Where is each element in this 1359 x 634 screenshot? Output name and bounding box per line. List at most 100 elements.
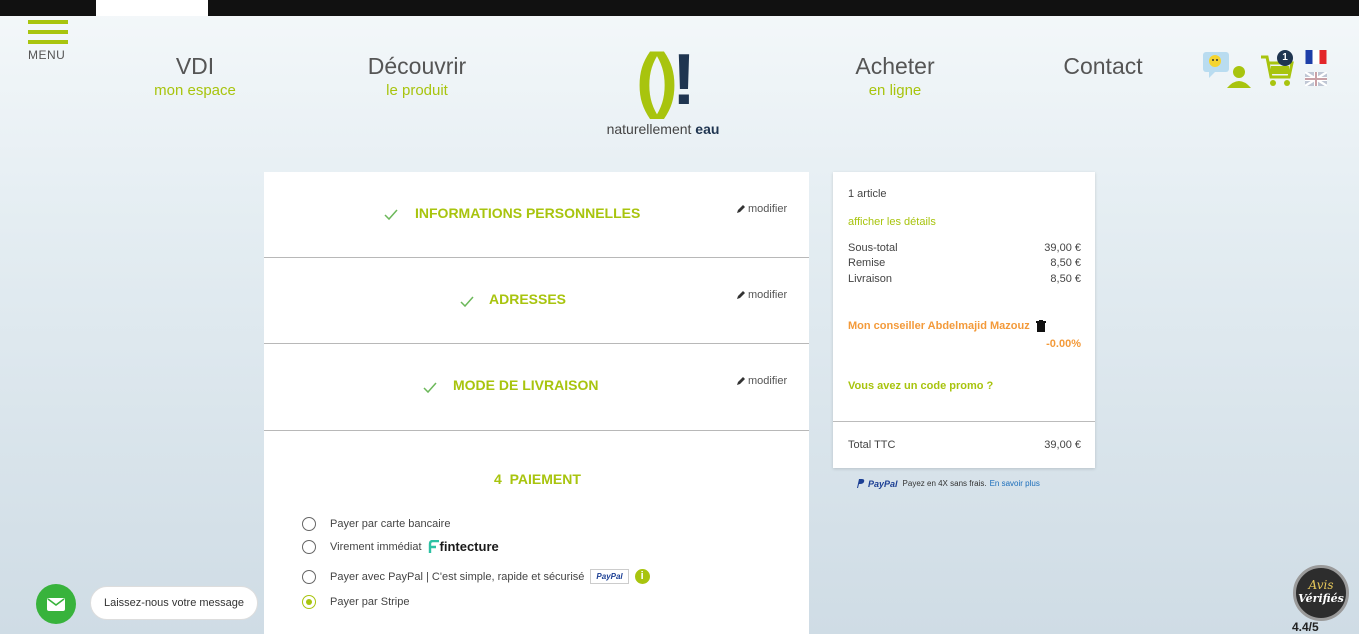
summary-divider bbox=[833, 421, 1095, 422]
shipping-row: Livraison 8,50 € bbox=[848, 273, 1081, 285]
fintecture-icon bbox=[428, 539, 439, 553]
logo-tagline: naturellement eau bbox=[588, 121, 738, 137]
info-icon[interactable]: i bbox=[634, 569, 650, 584]
step-addresses: ADRESSES modifier bbox=[264, 258, 809, 344]
step-personal-info: INFORMATIONS PERSONNELLES modifier bbox=[264, 172, 809, 258]
chat-message-bubble[interactable]: Laissez-nous votre message bbox=[90, 586, 258, 620]
discount-row: Remise 8,50 € bbox=[848, 257, 1081, 269]
payment-option-paypal[interactable]: Payer avec PayPal | C'est simple, rapide… bbox=[302, 569, 650, 584]
advisor-rate: -0.00% bbox=[1046, 338, 1081, 350]
radio-transfer[interactable] bbox=[302, 539, 316, 554]
chat-button[interactable] bbox=[36, 584, 76, 624]
reviews-score: 4.4/5 bbox=[1292, 620, 1319, 634]
paypal-icon bbox=[857, 479, 865, 488]
badge-title: Avis bbox=[1308, 578, 1334, 592]
subtotal-label: Sous-total bbox=[848, 242, 898, 254]
shipping-label: Livraison bbox=[848, 273, 893, 285]
envelope-icon bbox=[47, 597, 65, 611]
payment-option-transfer[interactable]: Virement immédiat fintecture bbox=[302, 539, 499, 554]
subtotal-row: Sous-total 39,00 € bbox=[848, 242, 1081, 254]
total-row: Total TTC 39,00 € bbox=[848, 439, 1081, 451]
hamburger-icon bbox=[28, 20, 68, 24]
discount-value: 8,50 € bbox=[1050, 257, 1081, 269]
order-summary: 1 article afficher les détails Sous-tota… bbox=[833, 172, 1095, 468]
menu-button[interactable]: MENU bbox=[28, 20, 70, 62]
logo-tagline-prefix: naturellement bbox=[606, 121, 696, 137]
step-title: INFORMATIONS PERSONNELLES bbox=[415, 205, 641, 221]
paypal-brand: PayPal bbox=[868, 478, 898, 489]
promo-code-link[interactable]: Vous avez un code promo ? bbox=[848, 380, 1081, 392]
paypal-logo: PayPal bbox=[590, 569, 629, 584]
discount-label: Remise bbox=[848, 257, 886, 269]
verified-reviews-badge[interactable]: Avis Vérifiés bbox=[1293, 565, 1349, 621]
step-title: ADRESSES bbox=[489, 291, 567, 307]
total-label: Total TTC bbox=[848, 439, 896, 451]
cart-count-badge: 1 bbox=[1277, 50, 1293, 66]
nav-decouvrir-label: Découvrir bbox=[367, 53, 467, 79]
modify-link[interactable]: modifier bbox=[736, 203, 787, 215]
subtotal-value: 39,00 € bbox=[1044, 242, 1081, 254]
payment-option-stripe[interactable]: Payer par Stripe bbox=[302, 595, 409, 609]
pencil-icon bbox=[737, 205, 745, 214]
article-count-row: 1 article bbox=[848, 188, 1081, 200]
payment-option-label: Virement immédiat bbox=[330, 540, 422, 553]
radio-paypal[interactable] bbox=[302, 569, 316, 584]
nav-acheter-sub: en ligne bbox=[868, 82, 922, 99]
top-white-tab bbox=[96, 0, 208, 16]
nav-vdi-label: VDI bbox=[175, 53, 215, 79]
modify-label: modifier bbox=[748, 289, 788, 301]
details-link-label: afficher les détails bbox=[848, 216, 936, 228]
trash-icon[interactable] bbox=[1035, 320, 1046, 335]
radio-stripe[interactable] bbox=[302, 595, 316, 609]
logo-mark: ()! bbox=[588, 44, 738, 116]
check-icon bbox=[423, 381, 437, 395]
check-icon bbox=[460, 295, 474, 309]
logo-mark-right: ! bbox=[671, 40, 696, 120]
advisor-row: Mon conseiller Abdelmajid Mazouz bbox=[848, 320, 1081, 335]
checkout-panel: INFORMATIONS PERSONNELLES modifier ADRES… bbox=[264, 172, 809, 634]
advisor-name: Mon conseiller Abdelmajid Mazouz bbox=[848, 320, 1030, 332]
modify-link[interactable]: modifier bbox=[736, 375, 787, 387]
account-icon[interactable] bbox=[1203, 50, 1253, 97]
nav-acheter-label: Acheter bbox=[855, 53, 935, 79]
nav-decouvrir[interactable]: Découvrir le produit bbox=[362, 53, 472, 99]
nav-contact[interactable]: Contact bbox=[1057, 53, 1149, 80]
payment-title: 4 PAIEMENT bbox=[494, 471, 581, 487]
nav-contact-label: Contact bbox=[1063, 53, 1143, 79]
paypal-note-text: Payez en 4X sans frais. bbox=[902, 479, 987, 488]
step-payment: 4 PAIEMENT Payer par carte bancaire Vire… bbox=[264, 431, 809, 634]
nav-vdi[interactable]: VDI mon espace bbox=[148, 53, 242, 99]
modify-link[interactable]: modifier bbox=[736, 289, 787, 301]
menu-label: MENU bbox=[28, 48, 66, 62]
paypal-pay-in-4: PayPal Payez en 4X sans frais. En savoir… bbox=[855, 478, 1040, 489]
step-delivery-mode: MODE DE LIVRAISON modifier bbox=[264, 344, 809, 431]
promo-code-label: Vous avez un code promo ? bbox=[848, 380, 994, 392]
advisor-rate-row: -0.00% bbox=[848, 338, 1081, 350]
paypal-learn-more-link[interactable]: En savoir plus bbox=[990, 479, 1040, 488]
flag-uk-icon[interactable] bbox=[1304, 70, 1328, 88]
modify-label: modifier bbox=[748, 203, 788, 215]
logo-mark-left: () bbox=[636, 40, 678, 120]
radio-card[interactable] bbox=[302, 517, 316, 531]
details-link[interactable]: afficher les détails bbox=[848, 216, 1081, 228]
nav-acheter[interactable]: Acheter en ligne bbox=[850, 53, 940, 99]
fintecture-brand: fintecture bbox=[439, 539, 499, 554]
check-icon bbox=[384, 208, 398, 222]
nav-decouvrir-sub: le produit bbox=[386, 82, 448, 99]
flag-fr-icon[interactable] bbox=[1305, 50, 1327, 64]
payment-option-label: Payer avec PayPal | C'est simple, rapide… bbox=[330, 570, 585, 583]
total-value: 39,00 € bbox=[1044, 439, 1081, 451]
pencil-icon bbox=[737, 377, 745, 386]
payment-option-card[interactable]: Payer par carte bancaire bbox=[302, 517, 450, 531]
payment-option-label: Payer par Stripe bbox=[330, 596, 410, 608]
fintecture-logo: fintecture bbox=[428, 539, 499, 554]
modify-label: modifier bbox=[748, 375, 788, 387]
badge-subtitle: Vérifiés bbox=[1298, 592, 1344, 605]
nav-vdi-sub: mon espace bbox=[154, 82, 236, 99]
site-logo[interactable]: ()! naturellement eau bbox=[588, 44, 738, 137]
payment-option-label: Payer par carte bancaire bbox=[330, 518, 451, 530]
hamburger-bar bbox=[28, 30, 68, 34]
logo-tagline-bold: eau bbox=[695, 121, 720, 137]
hamburger-bar bbox=[28, 40, 68, 44]
pencil-icon bbox=[737, 291, 745, 300]
